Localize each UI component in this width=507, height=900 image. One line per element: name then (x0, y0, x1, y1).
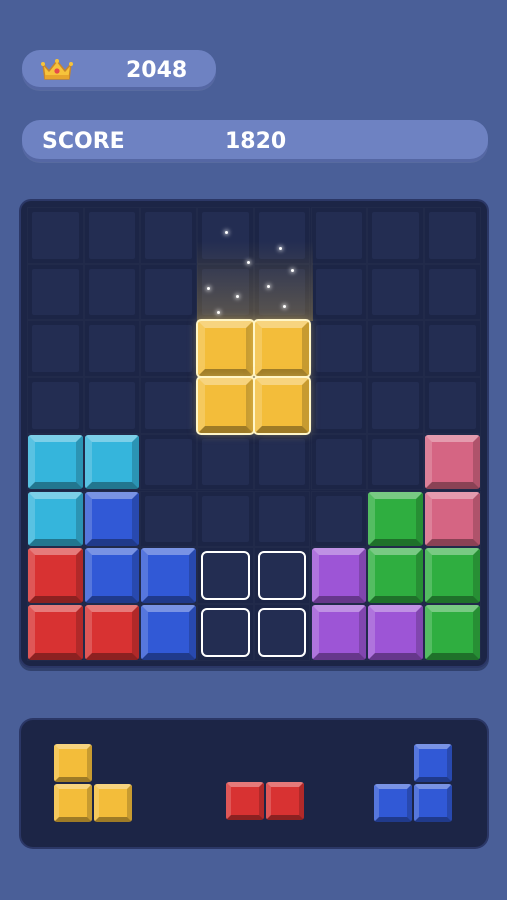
board-cell[interactable] (27, 207, 84, 264)
piece-red-bar[interactable] (226, 782, 306, 822)
piece-block-red (266, 782, 304, 820)
board-cell[interactable] (27, 377, 84, 434)
board-block-red (28, 548, 83, 603)
placement-outline (257, 607, 307, 657)
sparkle-effect (236, 295, 239, 298)
board-cell[interactable] (83, 377, 141, 434)
sparkle-effect (279, 247, 282, 250)
sparkle-effect (283, 305, 286, 308)
board-cell[interactable] (253, 490, 311, 548)
board-block-blue (141, 604, 197, 660)
placement-outline (201, 607, 250, 657)
board-block-pink (424, 434, 480, 490)
piece-block-red (226, 782, 264, 820)
board-block-cyan (84, 434, 140, 490)
score-label: SCORE (42, 129, 125, 154)
board-cell[interactable] (83, 207, 141, 264)
board-cell[interactable] (140, 490, 198, 548)
sparkle-effect (291, 269, 294, 272)
sparkle-effect (207, 287, 210, 290)
board-cell[interactable] (140, 433, 198, 491)
board-block-pink (424, 491, 480, 547)
clear-glow-effect (197, 241, 313, 321)
board-cell[interactable] (27, 263, 84, 321)
board-block-cyan (28, 434, 83, 490)
board-cell[interactable] (197, 433, 254, 491)
score-bar: SCORE 1820 (22, 120, 488, 162)
board-cell[interactable] (367, 207, 424, 264)
board-block-yellow (198, 321, 253, 377)
board-block-yellow (254, 321, 310, 377)
board-cell[interactable] (140, 320, 198, 378)
sparkle-effect (267, 285, 270, 288)
board-cell[interactable] (83, 263, 141, 321)
board-block-red (28, 604, 83, 660)
board-block-green (368, 548, 423, 603)
piece-tray (21, 720, 487, 847)
crown-icon (41, 59, 73, 80)
sparkle-effect (217, 311, 220, 314)
board-cell[interactable] (140, 207, 198, 264)
board-cell[interactable] (367, 433, 424, 491)
piece-block-yellow (94, 784, 132, 822)
board-cell[interactable] (140, 263, 198, 321)
board-cell[interactable] (310, 320, 368, 378)
piece-blue-j[interactable] (374, 744, 454, 824)
board-cell[interactable] (197, 490, 254, 548)
board-cell[interactable] (310, 490, 368, 548)
board-cell[interactable] (253, 433, 311, 491)
board-block-blue (84, 491, 140, 547)
board-cell[interactable] (367, 377, 424, 434)
board-cell[interactable] (423, 320, 481, 378)
piece-block-yellow (54, 784, 92, 822)
board-block-green (424, 604, 480, 660)
board-cell[interactable] (310, 377, 368, 434)
board-cell[interactable] (310, 433, 368, 491)
best-score-bar: 2048 (22, 50, 216, 90)
board-cell[interactable] (423, 263, 481, 321)
board-block-purple (368, 604, 423, 660)
placement-outline (201, 551, 250, 600)
board-cell[interactable] (310, 207, 368, 264)
sparkle-effect (225, 231, 228, 234)
piece-yellow-l[interactable] (54, 744, 134, 824)
score-value: 1820 (225, 129, 287, 154)
board-block-cyan (28, 491, 83, 547)
board-cell[interactable] (140, 377, 198, 434)
best-score-value: 2048 (126, 58, 188, 83)
board-cell[interactable] (367, 263, 424, 321)
board-block-yellow (198, 378, 253, 433)
piece-block-blue (374, 784, 412, 822)
board-cell[interactable] (83, 320, 141, 378)
board-cell[interactable] (310, 263, 368, 321)
placement-outline (257, 551, 307, 600)
piece-block-yellow (54, 744, 92, 782)
board-cell[interactable] (367, 320, 424, 378)
piece-block-blue (414, 784, 452, 822)
board-block-blue (141, 548, 197, 603)
board-block-red (84, 604, 140, 660)
board-block-yellow (254, 378, 310, 433)
board-block-green (368, 491, 423, 547)
board-block-blue (84, 548, 140, 603)
board-cell[interactable] (27, 320, 84, 378)
game-board[interactable] (21, 201, 487, 666)
board-block-green (424, 548, 480, 603)
sparkle-effect (247, 261, 250, 264)
board-cell[interactable] (423, 377, 481, 434)
piece-block-blue (414, 744, 452, 782)
board-block-purple (311, 548, 367, 603)
board-cell[interactable] (423, 207, 481, 264)
board-block-purple (311, 604, 367, 660)
